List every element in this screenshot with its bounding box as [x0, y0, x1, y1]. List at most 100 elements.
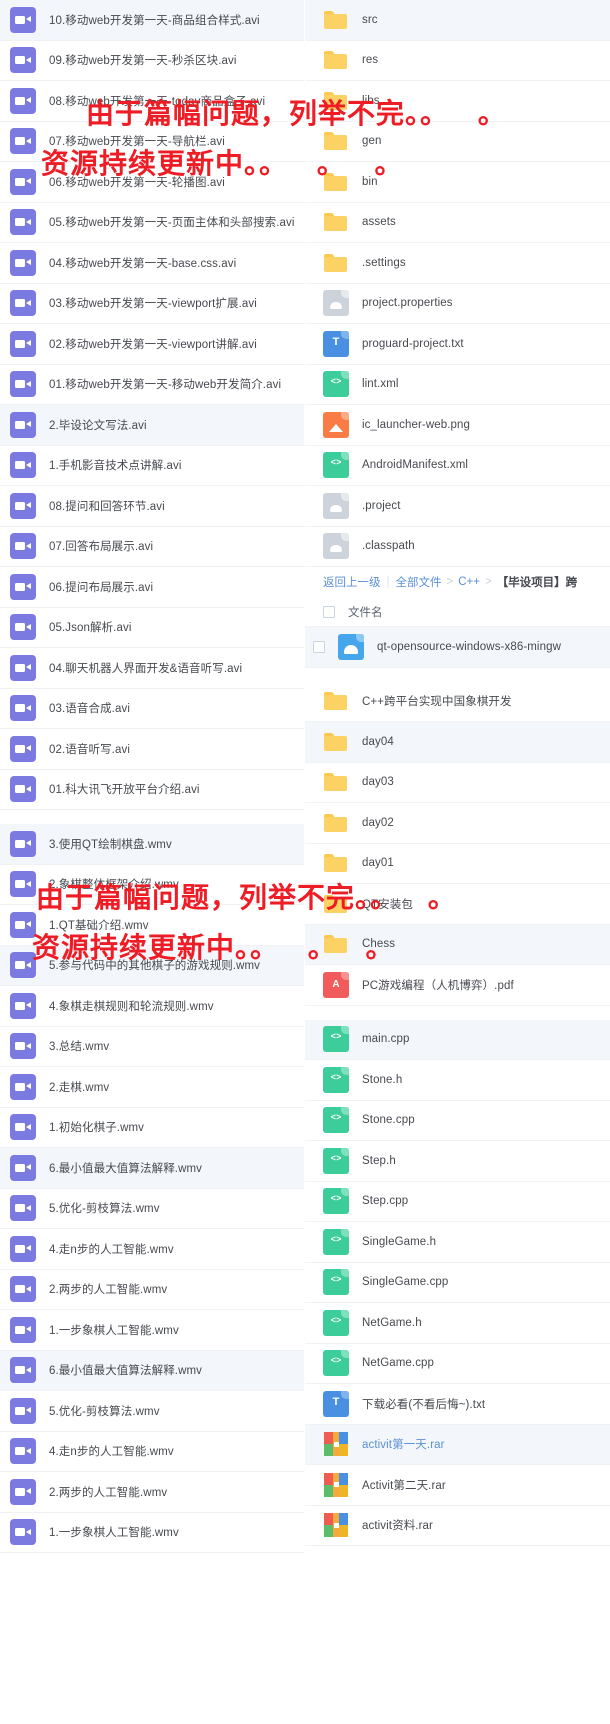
- file-list-item[interactable]: <> Step.h: [305, 1141, 610, 1182]
- file-list-item[interactable]: 06.提问布局展示.avi: [0, 567, 304, 608]
- file-list-item[interactable]: .settings: [305, 243, 610, 284]
- right-top-file-list[interactable]: src res libs gen bin assets .settings project.p…: [305, 0, 610, 567]
- file-list-item[interactable]: <> SingleGame.cpp: [305, 1262, 610, 1303]
- file-list-item[interactable]: <> Stone.cpp: [305, 1100, 610, 1141]
- file-list-item[interactable]: activit第一天.rar: [305, 1424, 610, 1465]
- file-list-item[interactable]: 01.移动web开发第一天-移动web开发简介.avi: [0, 364, 304, 405]
- file-list-item[interactable]: project.properties: [305, 283, 610, 324]
- file-list-item[interactable]: 4.象棋走棋规则和轮流规则.wmv: [0, 986, 304, 1027]
- select-all-checkbox[interactable]: [323, 605, 335, 618]
- file-list-item[interactable]: 08.移动web开发第一天-today商品盒子.avi: [0, 81, 304, 122]
- file-list-item[interactable]: 2.象棋整体框架介绍.wmv: [0, 864, 304, 905]
- file-list-item[interactable]: T 下载必看(不看后悔~).txt: [305, 1384, 610, 1425]
- file-list-item[interactable]: .project: [305, 486, 610, 527]
- file-list-item[interactable]: <> main.cpp: [305, 1019, 610, 1060]
- file-list-item[interactable]: 2.走棋.wmv: [0, 1067, 304, 1108]
- file-list-item[interactable]: gen: [305, 121, 610, 162]
- file-list-item[interactable]: 05.移动web开发第一天-页面主体和头部搜索.avi: [0, 202, 304, 243]
- file-list-item[interactable]: <> SingleGame.h: [305, 1222, 610, 1263]
- file-list-item[interactable]: 4.走n步的人工智能.wmv: [0, 1431, 304, 1472]
- file-list-item[interactable]: 08.提问和回答环节.avi: [0, 486, 304, 527]
- breadcrumb-crumb-cpp[interactable]: C++: [458, 576, 480, 588]
- row-checkbox[interactable]: [313, 640, 325, 653]
- file-list-item[interactable]: 03.语音合成.avi: [0, 688, 304, 729]
- file-list-item[interactable]: 6.最小值最大值算法解释.wmv: [0, 1148, 304, 1189]
- file-list-item[interactable]: .classpath: [305, 526, 610, 567]
- file-list-item[interactable]: Tproguard-project.txt: [305, 324, 610, 365]
- file-list-item[interactable]: 05.Json解析.avi: [0, 607, 304, 648]
- video-icon: [10, 1519, 36, 1546]
- file-list-item[interactable]: 5.参与代码中的其他棋子的游戏规则.wmv: [0, 945, 304, 986]
- file-list-item[interactable]: 2.毕设论文写法.avi: [0, 405, 304, 446]
- file-list-item[interactable]: libs: [305, 81, 610, 122]
- file-name-label: day01: [362, 857, 394, 870]
- file-list-item[interactable]: Activit第二天.rar: [305, 1465, 610, 1506]
- video-icon: [10, 911, 36, 938]
- right-file-list-column[interactable]: src res libs gen bin assets .settings project.p…: [305, 0, 610, 1724]
- file-list-item[interactable]: assets: [305, 202, 610, 243]
- pdf-icon: A: [323, 971, 349, 998]
- file-list-item[interactable]: <> NetGame.h: [305, 1303, 610, 1344]
- file-list-item[interactable]: 07.移动web开发第一天-导航栏.avi: [0, 121, 304, 162]
- file-list-item[interactable]: qt-opensource-windows-x86-mingw: [305, 627, 610, 668]
- file-list-item[interactable]: 02.语音听写.avi: [0, 729, 304, 770]
- video-icon: [10, 168, 36, 195]
- file-list-item[interactable]: bin: [305, 162, 610, 203]
- file-list-item[interactable]: 04.聊天机器人界面开发&语音听写.avi: [0, 648, 304, 689]
- file-name-label: lint.xml: [362, 378, 399, 391]
- file-list-item[interactable]: activit资料.rar: [305, 1505, 610, 1546]
- file-list-item[interactable]: A PC游戏编程（人机博弈）.pdf: [305, 965, 610, 1006]
- file-list-item[interactable]: 03.移动web开发第一天-viewport扩展.avi: [0, 283, 304, 324]
- left-file-list[interactable]: 10.移动web开发第一天-商品组合样式.avi 09.移动web开发第一天-秒杀…: [0, 0, 304, 1553]
- file-list-item[interactable]: 01.科大讯飞开放平台介绍.avi: [0, 769, 304, 810]
- file-list-item[interactable]: 10.移动web开发第一天-商品组合样式.avi: [0, 0, 304, 41]
- file-table-header[interactable]: 文件名: [305, 597, 610, 627]
- code-icon: <>: [323, 1350, 349, 1377]
- file-list-item[interactable]: day03: [305, 762, 610, 803]
- folder-icon: [323, 7, 349, 33]
- file-list-item[interactable]: 6.最小值最大值算法解释.wmv: [0, 1350, 304, 1391]
- file-list-item[interactable]: res: [305, 40, 610, 81]
- file-list-item[interactable]: 1.一步象棋人工智能.wmv: [0, 1310, 304, 1351]
- file-list-item[interactable]: 2.两步的人工智能.wmv: [0, 1269, 304, 1310]
- file-list-item[interactable]: 3.总结.wmv: [0, 1026, 304, 1067]
- breadcrumb-back-link[interactable]: 返回上一级: [323, 574, 381, 590]
- file-list-item[interactable]: 07.回答布局展示.avi: [0, 526, 304, 567]
- video-icon: [10, 1438, 36, 1465]
- file-list-item[interactable]: day02: [305, 803, 610, 844]
- video-icon: [10, 1276, 36, 1303]
- file-list-item[interactable]: ic_launcher-web.png: [305, 405, 610, 446]
- file-list-item[interactable]: 1.一步象棋人工智能.wmv: [0, 1512, 304, 1553]
- file-list-item[interactable]: 1.手机影音技术点讲解.avi: [0, 445, 304, 486]
- file-list-item[interactable]: 4.走n步的人工智能.wmv: [0, 1229, 304, 1270]
- file-name-label: C++跨平台实现中国象棋开发: [362, 696, 512, 709]
- file-list-item[interactable]: src: [305, 0, 610, 41]
- file-list-item[interactable]: <> Stone.h: [305, 1060, 610, 1101]
- file-list-item[interactable]: 1.初始化棋子.wmv: [0, 1107, 304, 1148]
- file-list-item[interactable]: 04.移动web开发第一天-base.css.avi: [0, 243, 304, 284]
- left-file-list-column[interactable]: 10.移动web开发第一天-商品组合样式.avi 09.移动web开发第一天-秒杀…: [0, 0, 305, 1724]
- file-list-item[interactable]: <> Step.cpp: [305, 1181, 610, 1222]
- file-list-item[interactable]: 2.两步的人工智能.wmv: [0, 1472, 304, 1513]
- breadcrumb-root-link[interactable]: 全部文件: [396, 574, 442, 590]
- file-list-item[interactable]: day04: [305, 722, 610, 763]
- breadcrumb[interactable]: 返回上一级 | 全部文件 > C++ > 【毕设项目】跨: [305, 567, 610, 597]
- file-name-label: day02: [362, 816, 394, 829]
- file-name-label: 1.一步象棋人工智能.wmv: [49, 1527, 179, 1540]
- file-list-item[interactable]: <> lint.xml: [305, 364, 610, 405]
- file-list-item[interactable]: C++跨平台实现中国象棋开发: [305, 681, 610, 722]
- file-list-item[interactable]: 5.优化-剪枝算法.wmv: [0, 1188, 304, 1229]
- file-list-item[interactable]: QT安装包: [305, 884, 610, 925]
- file-list-item[interactable]: 1.QT基础介绍.wmv: [0, 905, 304, 946]
- file-list-item[interactable]: <> NetGame.cpp: [305, 1343, 610, 1384]
- file-name-label: 04.聊天机器人界面开发&语音听写.avi: [49, 662, 243, 675]
- right-bottom-file-list[interactable]: qt-opensource-windows-x86-mingw C++跨平台实现中…: [305, 627, 610, 1546]
- file-list-item[interactable]: <> AndroidManifest.xml: [305, 445, 610, 486]
- file-list-item[interactable]: 02.移动web开发第一天-viewport讲解.avi: [0, 324, 304, 365]
- file-list-item[interactable]: 5.优化-剪枝算法.wmv: [0, 1391, 304, 1432]
- file-list-item[interactable]: 3.使用QT绘制棋盘.wmv: [0, 824, 304, 865]
- file-list-item[interactable]: 06.移动web开发第一天-轮播图.avi: [0, 162, 304, 203]
- file-list-item[interactable]: day01: [305, 843, 610, 884]
- file-list-item[interactable]: Chess: [305, 924, 610, 965]
- file-list-item[interactable]: 09.移动web开发第一天-秒杀区块.avi: [0, 40, 304, 81]
